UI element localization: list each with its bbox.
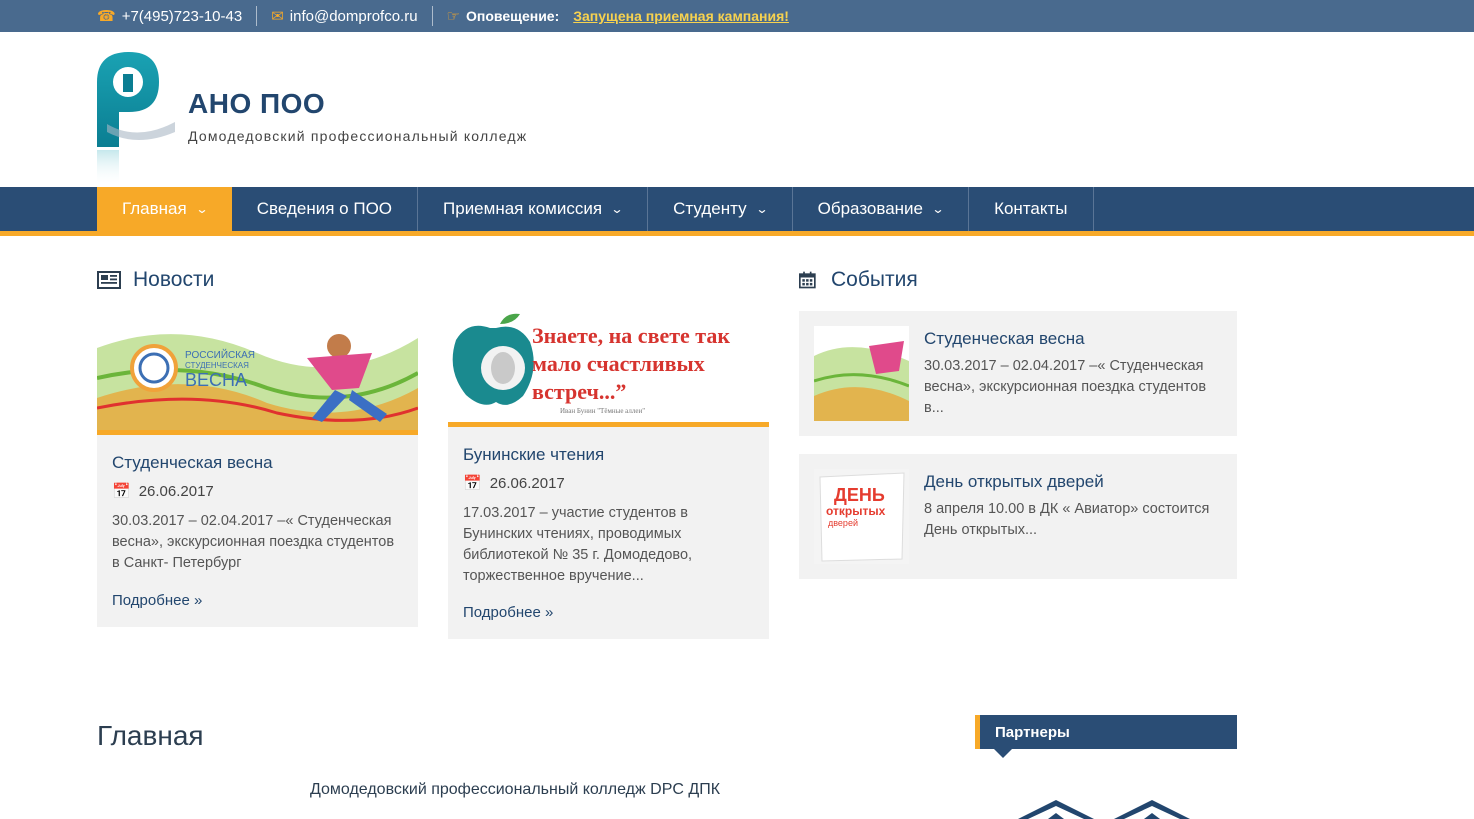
calendar-icon: 📅	[112, 483, 131, 500]
site-logo[interactable]	[97, 52, 175, 187]
phone-icon: ☎	[97, 7, 116, 25]
nav-item-home[interactable]: Главная ⌄	[97, 187, 232, 231]
site-header: АНО ПОО Домодедовский профессиональный к…	[0, 32, 1474, 187]
alert-link[interactable]: Запущена приемная кампания!	[573, 8, 789, 24]
image-text: встреч...”	[532, 379, 626, 404]
events-section-title: События	[799, 268, 918, 292]
nav-label: Сведения о ПОО	[256, 199, 393, 218]
chevron-down-icon: ⌄	[755, 202, 769, 216]
main-nav: Главная ⌄ Сведения о ПОО Приемная комисс…	[0, 187, 1474, 236]
image-text: открытых	[826, 504, 886, 518]
nav-item-students[interactable]: Студенту ⌄	[648, 187, 793, 231]
event-excerpt: 30.03.2017 – 02.04.2017 –« Студенческая …	[924, 358, 1207, 416]
page-subtitle: Домодедовский профессиональный колледж D…	[310, 781, 721, 798]
section-heading: События	[831, 268, 918, 291]
event-excerpt: 8 апреля 10.00 в ДК « Авиатор» состоится…	[924, 501, 1210, 538]
divider	[431, 6, 433, 26]
envelope-icon: ✉	[271, 7, 284, 25]
chevron-down-icon: ⌄	[195, 202, 209, 216]
image-text: СТУДЕНЧЕСКАЯ	[185, 361, 249, 370]
image-text: Иван Бунин "Тёмные аллеи"	[560, 407, 645, 415]
image-text: дверей	[828, 518, 858, 528]
image-text: ВЕСНА	[185, 370, 247, 390]
news-section-title: Новости	[97, 268, 214, 292]
nav-item-about[interactable]: Сведения о ПОО	[232, 187, 419, 231]
image-text: РОССИЙСКАЯ	[185, 348, 255, 361]
nav-item-education[interactable]: Образование ⌄	[793, 187, 970, 231]
event-item[interactable]: Студенческая весна 30.03.2017 – 02.04.20…	[799, 311, 1237, 436]
nav-label: Главная	[122, 199, 187, 218]
news-excerpt: 30.03.2017 – 02.04.2017 –« Студенческая …	[112, 513, 395, 571]
event-image[interactable]: ДЕНЬ открытых дверей	[814, 469, 909, 564]
news-date: 📅 26.06.2017	[463, 474, 565, 493]
news-image[interactable]: РОССИЙСКАЯ СТУДЕНЧЕСКАЯ ВЕСНА	[97, 318, 418, 435]
calendar-icon	[799, 271, 816, 289]
nav-label: Приемная комиссия	[443, 199, 603, 218]
nav-item-contacts[interactable]: Контакты	[969, 187, 1094, 231]
page-title: Главная	[97, 720, 204, 751]
widget-arrow	[994, 749, 1012, 758]
image-text: Знаете, на свете так	[532, 323, 730, 348]
read-more-link[interactable]: Подробнее »	[112, 592, 202, 609]
nav-label: Контакты	[994, 199, 1068, 218]
section-heading: Новости	[133, 268, 215, 291]
event-item[interactable]: ДЕНЬ открытых дверей День открытых двере…	[799, 454, 1237, 579]
widget-heading: Партнеры	[995, 723, 1070, 741]
calendar-icon: 📅	[463, 475, 482, 492]
partner-logo[interactable]	[1018, 798, 1193, 819]
event-title[interactable]: День открытых дверей	[924, 472, 1104, 492]
top-bar: ☎ +7(495)723-10-43 ✉ info@domprofco.ru ☞…	[0, 0, 1474, 32]
news-date: 📅 26.06.2017	[112, 482, 214, 501]
site-title[interactable]: АНО ПОО	[188, 88, 325, 120]
email-address[interactable]: info@domprofco.ru	[290, 8, 418, 25]
alert-label: Оповещение:	[466, 8, 560, 24]
divider	[256, 6, 258, 26]
chevron-down-icon: ⌄	[931, 202, 945, 216]
hand-pointing-icon: ☞	[446, 7, 461, 25]
chevron-down-icon: ⌄	[610, 202, 624, 216]
site-subtitle: Домодедовский профессиональный колледж	[188, 128, 528, 144]
date-text: 26.06.2017	[138, 482, 214, 500]
partners-widget-title: Партнеры	[975, 715, 1237, 749]
nav-label: Образование	[817, 199, 924, 218]
news-excerpt: 17.03.2017 – участие студентов в Бунинск…	[463, 505, 693, 584]
nav-item-admissions[interactable]: Приемная комиссия ⌄	[418, 187, 649, 231]
news-card: РОССИЙСКАЯ СТУДЕНЧЕСКАЯ ВЕСНА Студенческ…	[97, 318, 418, 627]
image-text: мало счастливых	[532, 351, 705, 376]
newspaper-icon	[97, 271, 121, 289]
phone-contact[interactable]: ☎ +7(495)723-10-43	[97, 8, 242, 25]
news-card: Знаете, на свете так мало счастливых вст…	[448, 310, 769, 639]
alert: ☞ Оповещение: Запущена приемная кампания…	[447, 8, 789, 24]
date-text: 26.06.2017	[489, 474, 565, 492]
phone-number[interactable]: +7(495)723-10-43	[122, 8, 243, 25]
news-title[interactable]: Бунинские чтения	[463, 445, 604, 465]
read-more-link[interactable]: Подробнее »	[463, 604, 553, 621]
image-text: ДЕНЬ	[834, 485, 885, 505]
news-title[interactable]: Студенческая весна	[112, 453, 273, 473]
event-title[interactable]: Студенческая весна	[924, 329, 1085, 349]
event-image[interactable]	[814, 326, 909, 421]
email-contact[interactable]: ✉ info@domprofco.ru	[271, 8, 417, 25]
news-image[interactable]: Знаете, на свете так мало счастливых вст…	[448, 310, 769, 427]
nav-label: Студенту	[673, 199, 747, 218]
